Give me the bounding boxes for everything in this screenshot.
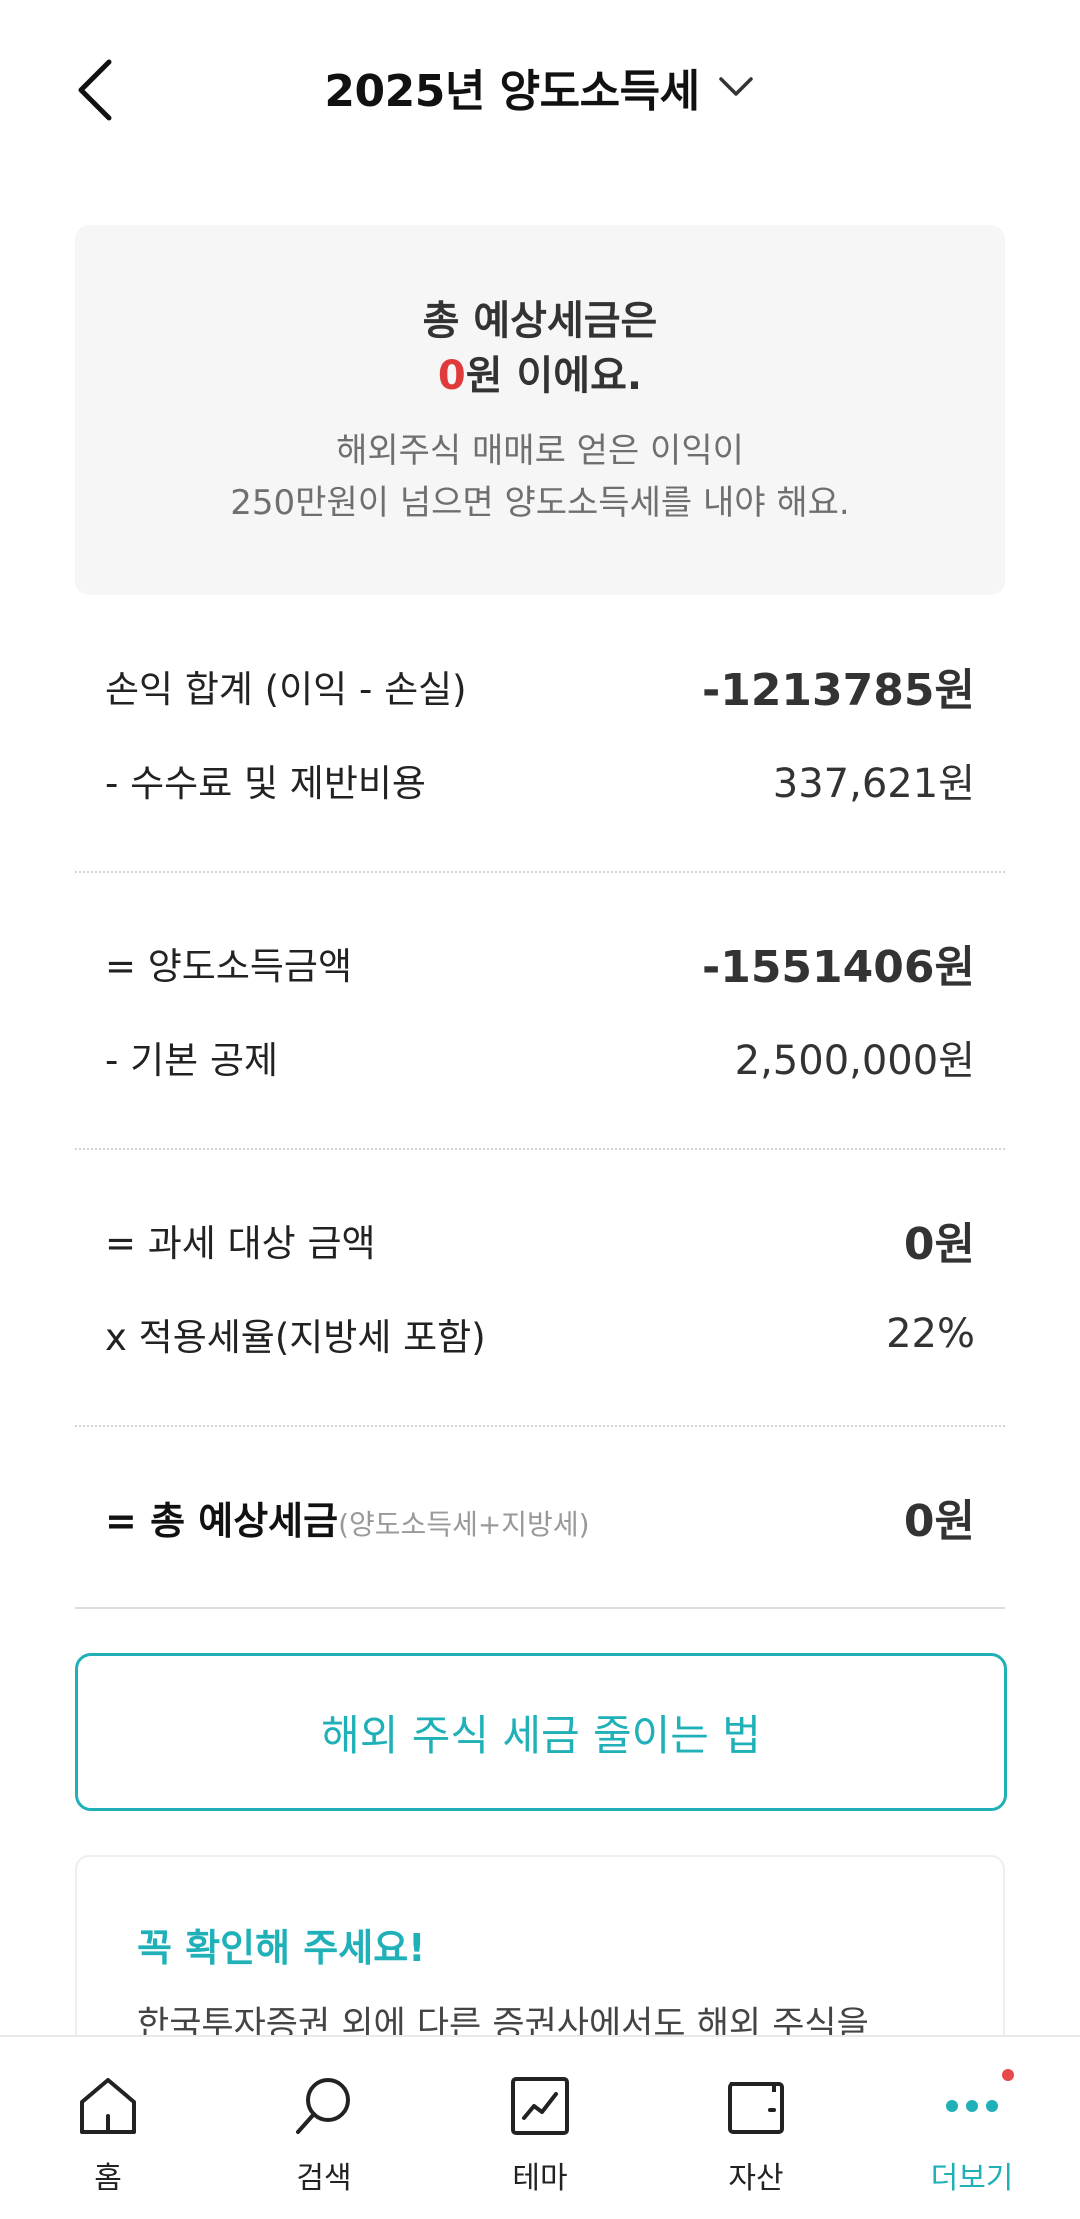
nav-item-assets[interactable]: 자산 [648, 2037, 864, 2219]
summary-amount-line: 0원 이에요. [75, 343, 1005, 401]
chart-icon [505, 2071, 575, 2141]
divider [75, 1425, 1005, 1427]
total-tax-row: = 총 예상세금(양도소득세+지방세) 0원 [105, 1487, 975, 1547]
tax-rate-row: x 적용세율(지방세 포함) 22% [105, 1304, 975, 1364]
profit-sum-row: 손익 합계 (이익 - 손실) -1213785원 [105, 656, 975, 716]
total-sublabel: (양도소득세+지방세) [338, 1507, 590, 1541]
divider [75, 871, 1005, 873]
row-value: 0원 [903, 1219, 975, 1270]
row-label: - 수수료 및 제반비용 [105, 762, 426, 805]
row-value: 2,500,000원 [734, 1038, 975, 1084]
chevron-down-icon [716, 67, 756, 107]
basic-deduction-row: - 기본 공제 2,500,000원 [105, 1027, 975, 1087]
tax-saving-tips-button[interactable]: 해외 주식 세금 줄이는 법 [75, 1653, 1007, 1811]
transfer-income-row: = 양도소득금액 -1551406원 [105, 933, 975, 993]
summary-amount-suffix: 원 이에요. [465, 353, 643, 399]
nav-label: 테마 [512, 2161, 568, 2196]
nav-label: 검색 [296, 2161, 352, 2196]
summary-desc-line1: 해외주식 매매로 얻은 이익이 [336, 431, 744, 471]
wallet-icon [721, 2071, 791, 2141]
row-label: - 기본 공제 [105, 1039, 279, 1082]
notice-title: 꼭 확인해 주세요! [137, 1926, 426, 1970]
divider [75, 1607, 1005, 1609]
divider [75, 1148, 1005, 1150]
total-label-wrap: = 총 예상세금(양도소득세+지방세) [105, 1490, 590, 1545]
more-icon [937, 2071, 1007, 2141]
bottom-nav: 홈 검색 테마 자산 더보기 [0, 2035, 1080, 2219]
nav-label: 홈 [94, 2161, 122, 2196]
nav-item-search[interactable]: 검색 [216, 2037, 432, 2219]
page-title: 2025년 양도소득세 [324, 66, 700, 117]
title-selector[interactable]: 2025년 양도소득세 [0, 55, 1080, 119]
row-value: 22% [886, 1311, 975, 1357]
total-value: 0원 [903, 1496, 975, 1547]
taxable-amount-row: = 과세 대상 금액 0원 [105, 1210, 975, 1270]
summary-heading: 총 예상세금은 [422, 298, 658, 344]
summary-desc-line2: 250만원이 넘으면 양도소득세를 내야 해요. [230, 483, 850, 523]
home-icon [73, 2071, 143, 2141]
nav-label: 더보기 [930, 2161, 1014, 2196]
tax-summary-card: 총 예상세금은 0원 이에요. 해외주식 매매로 얻은 이익이 250만원이 넘… [75, 225, 1005, 595]
row-label: 손익 합계 (이익 - 손실) [105, 668, 467, 711]
nav-label: 자산 [728, 2161, 784, 2196]
summary-amount: 0 [437, 353, 466, 399]
row-value: -1213785원 [701, 665, 975, 716]
header: 2025년 양도소득세 [0, 0, 1080, 180]
nav-item-theme[interactable]: 테마 [432, 2037, 648, 2219]
nav-item-home[interactable]: 홈 [0, 2037, 216, 2219]
row-label: = 과세 대상 금액 [105, 1222, 376, 1265]
row-label: x 적용세율(지방세 포함) [105, 1316, 486, 1359]
row-value: 337,621원 [772, 761, 975, 807]
search-icon [289, 2071, 359, 2141]
total-label: = 총 예상세금 [105, 1498, 339, 1543]
summary-description: 해외주식 매매로 얻은 이익이 250만원이 넘으면 양도소득세를 내야 해요. [75, 425, 1005, 529]
row-label: = 양도소득금액 [105, 945, 353, 988]
row-value: -1551406원 [701, 942, 975, 993]
notification-dot [1002, 2069, 1014, 2081]
fees-row: - 수수료 및 제반비용 337,621원 [105, 750, 975, 810]
nav-item-more[interactable]: 더보기 [864, 2037, 1080, 2219]
